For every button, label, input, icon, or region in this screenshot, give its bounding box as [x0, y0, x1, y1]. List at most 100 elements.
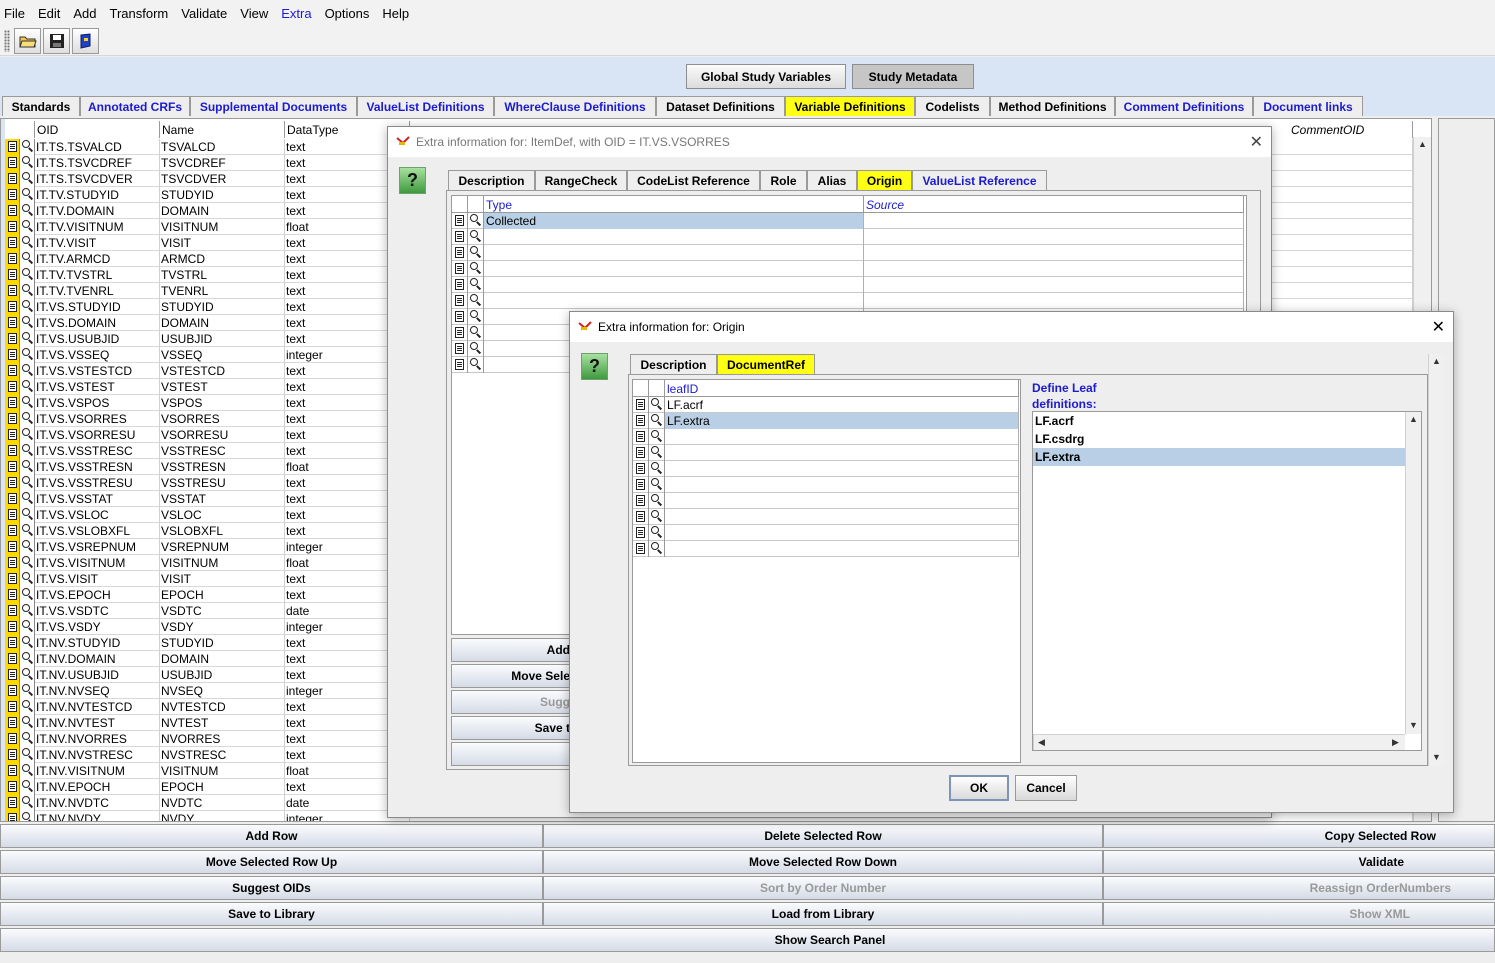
magnifier-icon[interactable] [20, 683, 35, 699]
dlg1-tab-origin[interactable]: Origin [857, 170, 912, 190]
edit-row-icon[interactable] [5, 619, 20, 635]
cell-oid[interactable]: IT.VS.VSDTC [35, 603, 160, 619]
cell-oid[interactable]: IT.VS.DOMAIN [35, 315, 160, 331]
cell-oid[interactable]: IT.NV.EPOCH [35, 779, 160, 795]
cell-oid[interactable]: IT.NV.STUDYID [35, 635, 160, 651]
cell-name[interactable]: STUDYID [160, 299, 285, 315]
magnifier-icon[interactable] [20, 523, 35, 539]
tab-dataset-definitions[interactable]: Dataset Definitions [656, 96, 785, 116]
magnifier-icon[interactable] [20, 315, 35, 331]
edit-row-icon[interactable] [5, 283, 20, 299]
cell-name[interactable]: NVORRES [160, 731, 285, 747]
edit-row-icon[interactable] [5, 587, 20, 603]
magnifier-icon[interactable] [468, 293, 484, 309]
cell-oid[interactable]: IT.VS.VSREPNUM [35, 539, 160, 555]
cell-type[interactable] [484, 293, 864, 309]
table-row[interactable] [633, 493, 1019, 509]
cell-oid[interactable]: IT.NV.NVTESTCD [35, 699, 160, 715]
tab-comment-definitions[interactable]: Comment Definitions [1115, 96, 1253, 116]
magnifier-icon[interactable] [20, 507, 35, 523]
cell-commentoid[interactable] [1289, 251, 1413, 267]
cell-oid[interactable]: IT.VS.VISITNUM [35, 555, 160, 571]
magnifier-icon[interactable] [20, 571, 35, 587]
cell-commentoid[interactable] [1289, 267, 1413, 283]
dlg1-tab-description[interactable]: Description [448, 170, 535, 190]
magnifier-icon[interactable] [20, 251, 35, 267]
magnifier-icon[interactable] [20, 427, 35, 443]
cell-name[interactable]: VISITNUM [160, 219, 285, 235]
edit-row-icon[interactable] [5, 443, 20, 459]
edit-row-icon[interactable] [5, 139, 20, 155]
cell-name[interactable]: STUDYID [160, 187, 285, 203]
cell-name[interactable]: DOMAIN [160, 315, 285, 331]
magnifier-icon[interactable] [649, 461, 665, 477]
edit-row-icon[interactable] [633, 477, 649, 493]
close-icon[interactable]: ✕ [1432, 317, 1445, 337]
cell-oid[interactable]: IT.NV.DOMAIN [35, 651, 160, 667]
cell-name[interactable]: VSLOC [160, 507, 285, 523]
move-selected-row-down-button[interactable]: Move Selected Row Down [543, 850, 1103, 874]
menu-validate[interactable]: Validate [181, 6, 227, 21]
table-row[interactable] [452, 261, 1244, 277]
dlg1-tab-codelist-reference[interactable]: CodeList Reference [627, 170, 760, 190]
magnifier-icon[interactable] [20, 715, 35, 731]
origin-extra-button[interactable] [451, 742, 571, 766]
magnifier-icon[interactable] [20, 203, 35, 219]
cell-name[interactable]: VSTEST [160, 379, 285, 395]
list-horizontal-scrollbar[interactable]: ◀ ▶ [1033, 734, 1405, 750]
table-row[interactable] [452, 245, 1244, 261]
magnifier-icon[interactable] [20, 155, 35, 171]
cell-name[interactable]: VSDTC [160, 603, 285, 619]
cell-oid[interactable]: IT.VS.EPOCH [35, 587, 160, 603]
column-header-oid[interactable]: OID [35, 121, 160, 138]
magnifier-icon[interactable] [20, 139, 35, 155]
edit-row-icon[interactable] [5, 603, 20, 619]
list-vertical-scrollbar[interactable]: ▲ ▼ [1405, 412, 1421, 734]
cell-oid[interactable]: IT.VS.USUBJID [35, 331, 160, 347]
table-row[interactable]: LF.extra [633, 413, 1019, 429]
magnifier-icon[interactable] [20, 187, 35, 203]
cell-source[interactable] [864, 277, 1244, 293]
magnifier-icon[interactable] [20, 555, 35, 571]
column-header-name[interactable]: Name [160, 121, 285, 138]
help-icon[interactable]: ? [399, 167, 426, 194]
cell-name[interactable]: EPOCH [160, 587, 285, 603]
cell-oid[interactable]: IT.TS.TSVCDREF [35, 155, 160, 171]
cell-oid[interactable]: IT.NV.NVTEST [35, 715, 160, 731]
cell-oid[interactable]: IT.TV.TVSTRL [35, 267, 160, 283]
edit-row-icon[interactable] [633, 525, 649, 541]
edit-row-icon[interactable] [5, 459, 20, 475]
cell-leafid[interactable] [665, 541, 1019, 557]
magnifier-icon[interactable] [20, 299, 35, 315]
cell-oid[interactable]: IT.TV.ARMCD [35, 251, 160, 267]
cell-oid[interactable]: IT.NV.NVSEQ [35, 683, 160, 699]
book-button[interactable] [72, 28, 99, 54]
cell-name[interactable]: VISIT [160, 571, 285, 587]
magnifier-icon[interactable] [20, 619, 35, 635]
magnifier-icon[interactable] [20, 603, 35, 619]
edit-row-icon[interactable] [5, 331, 20, 347]
cell-commentoid[interactable] [1289, 283, 1413, 299]
cell-leafid[interactable] [665, 493, 1019, 509]
edit-row-icon[interactable] [5, 667, 20, 683]
table-row[interactable] [633, 429, 1019, 445]
menu-options[interactable]: Options [325, 6, 370, 21]
cancel-button[interactable]: Cancel [1015, 775, 1077, 801]
sort-by-order-number-button[interactable]: Sort by Order Number [543, 876, 1103, 900]
copy-selected-row-button[interactable]: Copy Selected Row [1103, 824, 1495, 848]
cell-oid[interactable]: IT.TS.TSVCDVER [35, 171, 160, 187]
edit-row-icon[interactable] [5, 235, 20, 251]
menu-edit[interactable]: Edit [38, 6, 60, 21]
cell-commentoid[interactable] [1289, 187, 1413, 203]
magnifier-icon[interactable] [468, 309, 484, 325]
cell-commentoid[interactable] [1289, 171, 1413, 187]
toolbar-grip[interactable] [4, 30, 10, 52]
cell-source[interactable] [864, 261, 1244, 277]
cell-oid[interactable]: IT.NV.USUBJID [35, 667, 160, 683]
edit-row-icon[interactable] [5, 763, 20, 779]
magnifier-icon[interactable] [20, 779, 35, 795]
edit-row-icon[interactable] [5, 507, 20, 523]
table-row[interactable] [633, 509, 1019, 525]
edit-row-icon[interactable] [5, 731, 20, 747]
edit-row-icon[interactable] [633, 429, 649, 445]
